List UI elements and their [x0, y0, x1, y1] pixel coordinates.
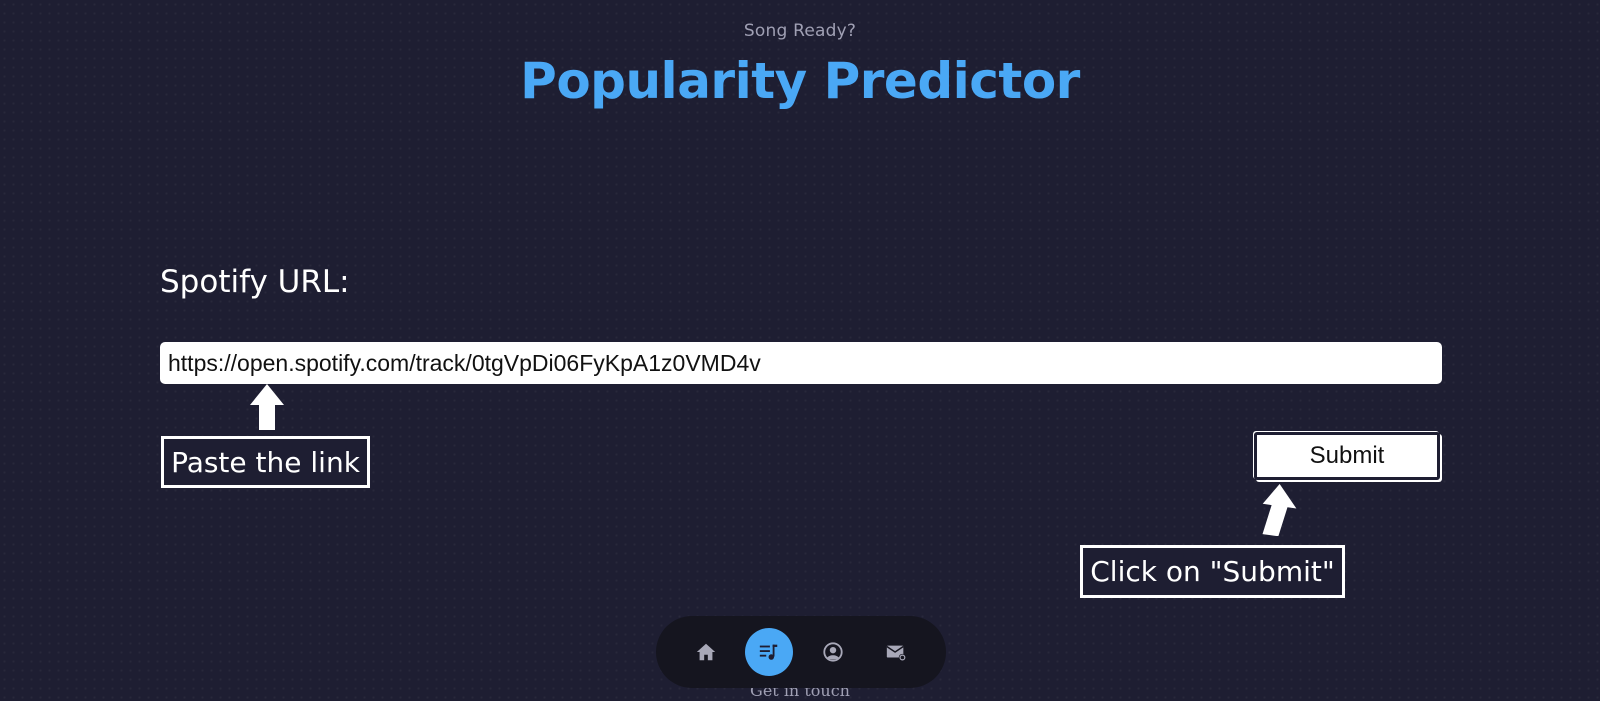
- spotify-url-label: Spotify URL:: [160, 264, 350, 300]
- nav-predictor[interactable]: [745, 628, 794, 676]
- click-submit-callout: Click on "Submit": [1080, 545, 1345, 598]
- nav-contact[interactable]: [872, 628, 920, 676]
- bottom-nav-bar: [656, 616, 946, 688]
- music-playlist-icon: [760, 644, 778, 660]
- page-title: Popularity Predictor: [520, 52, 1080, 110]
- spotify-url-input[interactable]: [160, 342, 1442, 384]
- up-arrow-icon: [1262, 484, 1297, 536]
- submit-button[interactable]: Submit: [1254, 432, 1440, 480]
- up-arrow-icon: [250, 384, 284, 430]
- home-icon: [696, 643, 715, 661]
- mail-icon: [886, 645, 907, 662]
- user-circle-icon: [823, 642, 843, 662]
- nav-profile[interactable]: [809, 628, 857, 676]
- page-subtitle: Song Ready?: [743, 21, 857, 41]
- paste-link-callout: Paste the link: [161, 436, 370, 488]
- nav-home[interactable]: [682, 628, 730, 676]
